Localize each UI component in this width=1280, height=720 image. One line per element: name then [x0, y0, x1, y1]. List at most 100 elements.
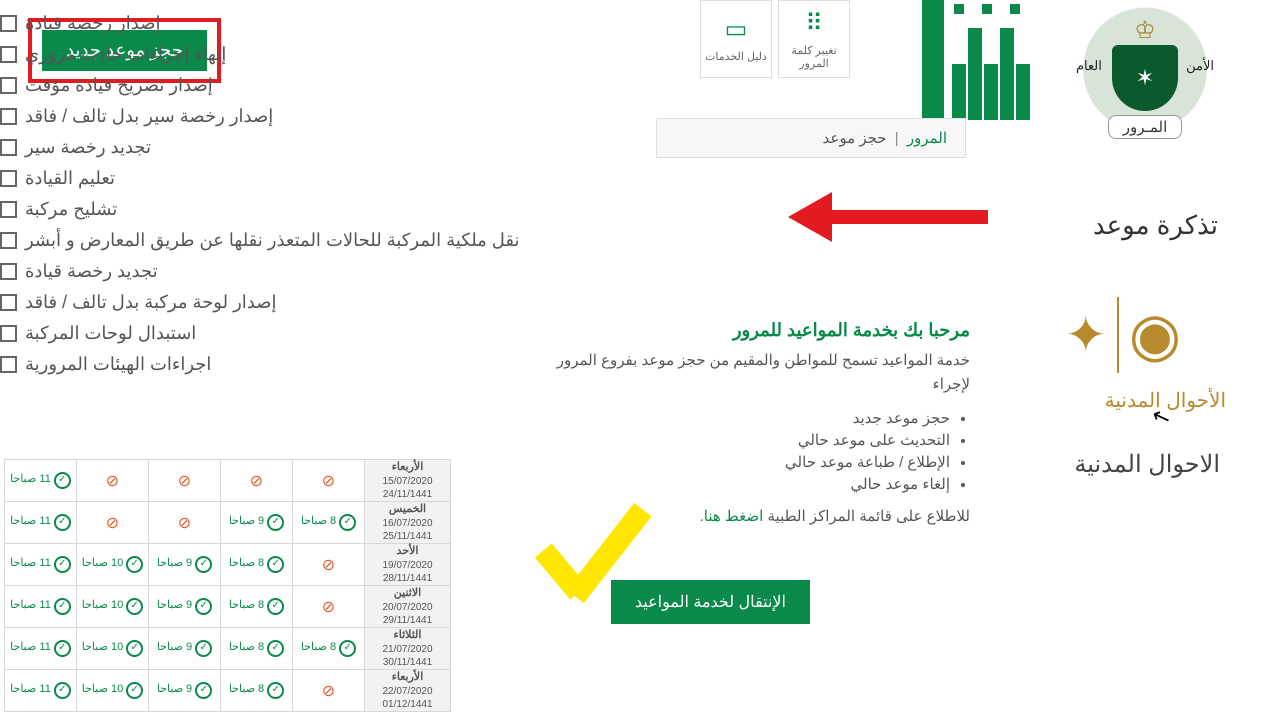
- available-slot: 11 صباحا: [10, 473, 71, 485]
- checkbox-icon: [0, 15, 17, 32]
- breadcrumb-separator: |: [895, 130, 899, 147]
- schedule-slot[interactable]: 11 صباحا: [5, 544, 77, 586]
- schedule-slot[interactable]: 8 صباحا: [221, 670, 293, 712]
- schedule-slot[interactable]: 10 صباحا: [77, 670, 149, 712]
- service-label: تجديد رخصة سير: [25, 137, 151, 158]
- available-slot: 8 صباحا: [229, 641, 284, 653]
- available-slot: 9 صباحا: [229, 515, 284, 527]
- schedule-slot[interactable]: ⊘: [293, 460, 365, 502]
- schedule-slot[interactable]: 11 صباحا: [5, 460, 77, 502]
- schedule-date-cell: الخميس16/07/202025/11/1441: [365, 502, 451, 544]
- schedule-slot[interactable]: 9 صباحا: [149, 670, 221, 712]
- schedule-slot[interactable]: ⊘: [149, 502, 221, 544]
- schedule-slot[interactable]: 8 صباحا: [293, 628, 365, 670]
- top-toolbar: ⠿ تغيير كلمة المرور ▭ دليل الخدمات: [700, 0, 850, 78]
- available-slot: 11 صباحا: [10, 515, 71, 527]
- welcome-list-item: حجز موعد جديد: [550, 409, 950, 427]
- breadcrumb: المرور | حجز موعد: [656, 118, 966, 158]
- breadcrumb-root[interactable]: المرور: [907, 130, 947, 147]
- checkbox-icon: [0, 263, 17, 280]
- schedule-slot[interactable]: 8 صباحا: [293, 502, 365, 544]
- service-option[interactable]: اجراءات الهيئات المرورية: [0, 349, 560, 380]
- available-slot: 9 صباحا: [157, 599, 212, 611]
- schedule-row: الاثنين20/07/202029/11/1441⊘8 صباحا 9 صبا…: [5, 586, 451, 628]
- schedule-slot[interactable]: 8 صباحا: [221, 628, 293, 670]
- blocked-icon: ⊘: [250, 473, 263, 490]
- schedule-slot[interactable]: ⊘: [221, 460, 293, 502]
- service-option[interactable]: تشليح مركبة: [0, 194, 560, 225]
- schedule-row: الأربعاء15/07/202024/11/1441 ⊘ ⊘ ⊘ ⊘ 11 صباحا: [5, 460, 451, 502]
- schedule-slot[interactable]: 10 صباحا: [77, 544, 149, 586]
- service-option[interactable]: إصدار رخصة قيادة: [0, 8, 560, 39]
- service-label: إصدار لوحة مركبة بدل تالف / فاقد: [25, 292, 277, 313]
- schedule-slot[interactable]: 10 صباحا: [77, 628, 149, 670]
- change-password-button[interactable]: ⠿ تغيير كلمة المرور: [778, 0, 850, 78]
- service-option[interactable]: إصدار لوحة مركبة بدل تالف / فاقد: [0, 287, 560, 318]
- book-icon: ▭: [725, 15, 748, 44]
- schedule-slot[interactable]: ⊘: [77, 502, 149, 544]
- service-label: إنهاء إجراءات حادث مروري: [25, 44, 226, 65]
- services-guide-button[interactable]: ▭ دليل الخدمات: [700, 0, 772, 78]
- emblem-text-right: الأمن: [1186, 58, 1214, 74]
- schedule-row: الثلاثاء21/07/202030/11/14418 صباحا8 صبا…: [5, 628, 451, 670]
- schedule-row: الأربعاء22/07/202001/12/1441 ⊘ 8 صباحا9 صب…: [5, 670, 451, 712]
- service-label: إصدار رخصة قيادة: [25, 13, 160, 34]
- welcome-list-item: إلغاء موعد حالي: [550, 475, 950, 493]
- shield-icon: ✶: [1112, 45, 1178, 111]
- schedule-slot[interactable]: 11 صباحا: [5, 670, 77, 712]
- service-option[interactable]: إنهاء إجراءات حادث مروري: [0, 39, 560, 70]
- service-option[interactable]: إصدار رخصة سير بدل تالف / فاقد: [0, 101, 560, 132]
- schedule-slot[interactable]: ⊘: [149, 460, 221, 502]
- schedule-slot[interactable]: 8 صباحا: [221, 544, 293, 586]
- schedule-date-cell: الأحد19/07/202028/11/1441: [365, 544, 451, 586]
- schedule-row: الخميس16/07/202025/11/1441 8 صباحا 9 صباحا…: [5, 502, 451, 544]
- service-option[interactable]: تعليم القيادة: [0, 163, 560, 194]
- schedule-date-cell: الأربعاء22/07/202001/12/1441: [365, 670, 451, 712]
- fingerprint-icon: ◉: [1129, 300, 1181, 370]
- checkbox-icon: [0, 77, 17, 94]
- civil-affairs-label: الاحوال المدنية: [1074, 450, 1220, 479]
- welcome-feature-list: حجز موعد جديدالتحديث على موعد حاليالإطلا…: [550, 409, 950, 493]
- schedule-slot[interactable]: 9 صباحا: [149, 628, 221, 670]
- schedule-slot[interactable]: 11 صباحا: [5, 586, 77, 628]
- blocked-icon: ⊘: [322, 473, 335, 490]
- checkbox-icon: [0, 170, 17, 187]
- service-label: استبدال لوحات المركبة: [25, 323, 196, 344]
- yellow-checkmark-annotation: [530, 500, 670, 620]
- schedule-slot[interactable]: 9 صباحا: [149, 586, 221, 628]
- schedule-slot[interactable]: ⊘: [293, 670, 365, 712]
- schedule-slot[interactable]: 9 صباحا: [221, 502, 293, 544]
- schedule-slot[interactable]: 9 صباحا: [149, 544, 221, 586]
- available-slot: 8 صباحا: [229, 557, 284, 569]
- schedule-date-cell: الأربعاء15/07/202024/11/1441: [365, 460, 451, 502]
- available-slot: 8 صباحا: [301, 515, 356, 527]
- emblem-banner: المـرور: [1108, 115, 1183, 139]
- service-option[interactable]: نقل ملكية المركبة للحالات المتعذر نقلها …: [0, 225, 560, 256]
- checkbox-icon: [0, 46, 17, 63]
- welcome-description: خدمة المواعيد تسمح للمواطن والمقيم من حج…: [550, 349, 970, 397]
- schedule-slot[interactable]: 11 صباحا: [5, 628, 77, 670]
- schedule-slot[interactable]: 11 صباحا: [5, 502, 77, 544]
- schedule-slot[interactable]: ⊘: [77, 460, 149, 502]
- schedule-date-cell: الاثنين20/07/202029/11/1441: [365, 586, 451, 628]
- schedule-slot[interactable]: ⊘: [293, 544, 365, 586]
- absher-logo: [922, 0, 1030, 120]
- welcome-panel: مرحبا بك بخدمة المواعيد للمرور خدمة المو…: [550, 320, 970, 525]
- schedule-slot[interactable]: 10 صباحا: [77, 586, 149, 628]
- red-arrow-annotation: [788, 192, 988, 238]
- available-slot: 11 صباحا: [10, 557, 71, 569]
- service-option[interactable]: إصدار تصريح قيادة مؤقت: [0, 70, 560, 101]
- blocked-icon: ⊘: [322, 683, 335, 700]
- schedule-row: الأحد19/07/202028/11/1441⊘ 8 صباحا 9 صباحا…: [5, 544, 451, 586]
- checkbox-icon: [0, 108, 17, 125]
- service-option[interactable]: استبدال لوحات المركبة: [0, 318, 560, 349]
- service-option[interactable]: تجديد رخصة سير: [0, 132, 560, 163]
- service-label: إصدار تصريح قيادة مؤقت: [25, 75, 213, 96]
- blocked-icon: ⊘: [106, 473, 119, 490]
- medical-centers-link[interactable]: اضغط هنا.: [700, 508, 764, 525]
- service-option[interactable]: تجديد رخصة قيادة: [0, 256, 560, 287]
- schedule-slot[interactable]: ⊘: [293, 586, 365, 628]
- schedule-slot[interactable]: 8 صباحا: [221, 586, 293, 628]
- palm-swords-icon: ✦: [1065, 306, 1107, 364]
- available-slot: 11 صباحا: [10, 683, 71, 695]
